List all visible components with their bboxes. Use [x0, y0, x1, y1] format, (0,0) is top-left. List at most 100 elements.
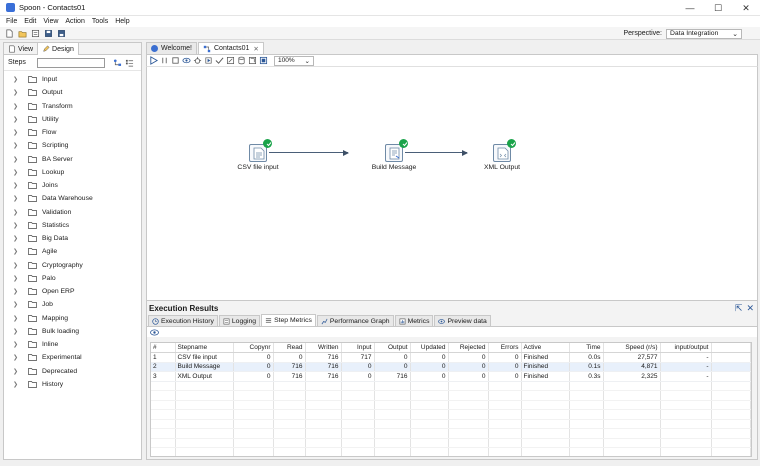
- tab-step-metrics[interactable]: Step Metrics: [261, 314, 316, 326]
- tree-item-ba-server[interactable]: ❯ BA Server: [4, 153, 141, 166]
- tab-contacts01[interactable]: Contacts01 ✕: [198, 42, 264, 54]
- close-panel-icon[interactable]: ✕: [746, 303, 754, 314]
- replay-icon[interactable]: [204, 56, 213, 66]
- tree-item-transform[interactable]: ❯ Transform: [4, 100, 141, 113]
- tree-item-joins[interactable]: ❯ Joins: [4, 179, 141, 192]
- chevron-right-icon[interactable]: ❯: [13, 156, 21, 163]
- open-folder-icon[interactable]: [17, 28, 27, 38]
- col-header-input-output[interactable]: input/output: [660, 343, 712, 353]
- eye-icon[interactable]: [150, 329, 159, 336]
- chevron-right-icon[interactable]: ❯: [13, 195, 21, 202]
- tree-item-scripting[interactable]: ❯ Scripting: [4, 139, 141, 152]
- save-icon[interactable]: [43, 28, 53, 38]
- chevron-right-icon[interactable]: ❯: [13, 209, 21, 216]
- chevron-right-icon[interactable]: ❯: [13, 169, 21, 176]
- chevron-right-icon[interactable]: ❯: [13, 381, 21, 388]
- col-header-updated[interactable]: Updated: [410, 343, 449, 353]
- chevron-right-icon[interactable]: ❯: [13, 89, 21, 96]
- chevron-right-icon[interactable]: ❯: [13, 341, 21, 348]
- chevron-right-icon[interactable]: ❯: [13, 328, 21, 335]
- step-build-message[interactable]: [385, 139, 408, 162]
- tree-item-history[interactable]: ❯ History: [4, 378, 141, 391]
- verify-icon[interactable]: [215, 56, 224, 66]
- run-icon[interactable]: [149, 56, 158, 66]
- tab-logging[interactable]: Logging: [218, 315, 261, 326]
- chevron-right-icon[interactable]: ❯: [13, 301, 21, 308]
- minimize-button[interactable]: —: [676, 0, 704, 16]
- chevron-right-icon[interactable]: ❯: [13, 142, 21, 149]
- chevron-right-icon[interactable]: ❯: [13, 103, 21, 110]
- tab-metrics[interactable]: Metrics: [394, 315, 434, 326]
- close-tab-icon[interactable]: ✕: [253, 45, 258, 53]
- collapse-all-icon[interactable]: [113, 58, 122, 67]
- hop-csv-to-build[interactable]: [269, 149, 349, 156]
- tree-item-input[interactable]: ❯ Input: [4, 73, 141, 86]
- impact-icon[interactable]: [226, 56, 235, 66]
- explore-repository-icon[interactable]: [30, 28, 40, 38]
- explore-db-icon[interactable]: [248, 56, 257, 66]
- tree-item-experimental[interactable]: ❯ Experimental: [4, 351, 141, 364]
- tree-item-flow[interactable]: ❯ Flow: [4, 126, 141, 139]
- perspective-select[interactable]: Data Integration ⌄: [666, 28, 742, 39]
- tab-view[interactable]: View: [4, 43, 37, 55]
- debug-icon[interactable]: [193, 56, 202, 66]
- col-header-output[interactable]: Output: [374, 343, 411, 353]
- tree-item-utility[interactable]: ❯ Utility: [4, 113, 141, 126]
- menu-tools[interactable]: Tools: [92, 18, 108, 25]
- menu-edit[interactable]: Edit: [24, 18, 36, 25]
- chevron-right-icon[interactable]: ❯: [13, 222, 21, 229]
- preview-icon[interactable]: [182, 56, 191, 66]
- menu-action[interactable]: Action: [65, 18, 84, 25]
- menu-file[interactable]: File: [6, 18, 17, 25]
- tree-item-agile[interactable]: ❯ Agile: [4, 245, 141, 258]
- tree-item-statistics[interactable]: ❯ Statistics: [4, 219, 141, 232]
- save-as-icon[interactable]: [56, 28, 66, 38]
- tree-item-mapping[interactable]: ❯ Mapping: [4, 312, 141, 325]
- chevron-right-icon[interactable]: ❯: [13, 275, 21, 282]
- chevron-right-icon[interactable]: ❯: [13, 262, 21, 269]
- chevron-right-icon[interactable]: ❯: [13, 354, 21, 361]
- tab-preview-data[interactable]: Preview data: [434, 315, 491, 326]
- maximize-panel-icon[interactable]: ⇱: [735, 303, 743, 314]
- tab-performance-graph[interactable]: Performance Graph: [316, 315, 394, 326]
- tab-design[interactable]: Design: [37, 43, 79, 55]
- hop-build-to-xml[interactable]: [405, 149, 468, 156]
- tab-welcome[interactable]: Welcome!: [146, 42, 197, 54]
- tree-item-open-erp[interactable]: ❯ Open ERP: [4, 285, 141, 298]
- chevron-right-icon[interactable]: ❯: [13, 116, 21, 123]
- tree-item-cryptography[interactable]: ❯ Cryptography: [4, 259, 141, 272]
- table-row[interactable]: 1 CSV file input 0 0 716 717 0 0 0 0 Finished 0.0s 2…: [151, 352, 751, 363]
- col-header-stepname[interactable]: Stepname: [175, 343, 234, 353]
- new-file-icon[interactable]: [4, 28, 14, 38]
- tree-item-bulk-loading[interactable]: ❯ Bulk loading: [4, 325, 141, 338]
- tree-item-big-data[interactable]: ❯ Big Data: [4, 232, 141, 245]
- step-xml-output[interactable]: [493, 139, 516, 162]
- tree-item-deprecated[interactable]: ❯ Deprecated: [4, 365, 141, 378]
- menu-help[interactable]: Help: [115, 18, 129, 25]
- stop-icon[interactable]: [171, 56, 180, 66]
- menu-view[interactable]: View: [43, 18, 58, 25]
- maximize-button[interactable]: ☐: [704, 0, 732, 16]
- col-header-index[interactable]: #: [151, 343, 176, 353]
- tree-item-lookup[interactable]: ❯ Lookup: [4, 166, 141, 179]
- tree-item-data-warehouse[interactable]: ❯ Data Warehouse: [4, 192, 141, 205]
- steps-search-input[interactable]: [37, 57, 105, 68]
- tree-item-inline[interactable]: ❯ Inline: [4, 338, 141, 351]
- table-row[interactable]: 3 XML Output 0 716 716 0 716 0 0 0 Finished 0.3s 2,3…: [151, 371, 751, 382]
- col-header-time[interactable]: Time: [569, 343, 604, 353]
- chevron-right-icon[interactable]: ❯: [13, 76, 21, 83]
- col-header-active[interactable]: Active: [521, 343, 570, 353]
- chevron-right-icon[interactable]: ❯: [13, 235, 21, 242]
- col-header-rejected[interactable]: Rejected: [448, 343, 489, 353]
- col-header-errors[interactable]: Errors: [488, 343, 522, 353]
- tree-item-palo[interactable]: ❯ Palo: [4, 272, 141, 285]
- chevron-right-icon[interactable]: ❯: [13, 288, 21, 295]
- step-csv-file-input[interactable]: [249, 139, 272, 162]
- col-header-copynr[interactable]: Copynr: [233, 343, 274, 353]
- zoom-select[interactable]: 100% ⌄: [274, 55, 314, 66]
- tree-item-output[interactable]: ❯ Output: [4, 86, 141, 99]
- chevron-right-icon[interactable]: ❯: [13, 248, 21, 255]
- pause-icon[interactable]: [160, 56, 169, 66]
- col-header-input[interactable]: Input: [341, 343, 375, 353]
- expand-all-icon[interactable]: [125, 59, 134, 67]
